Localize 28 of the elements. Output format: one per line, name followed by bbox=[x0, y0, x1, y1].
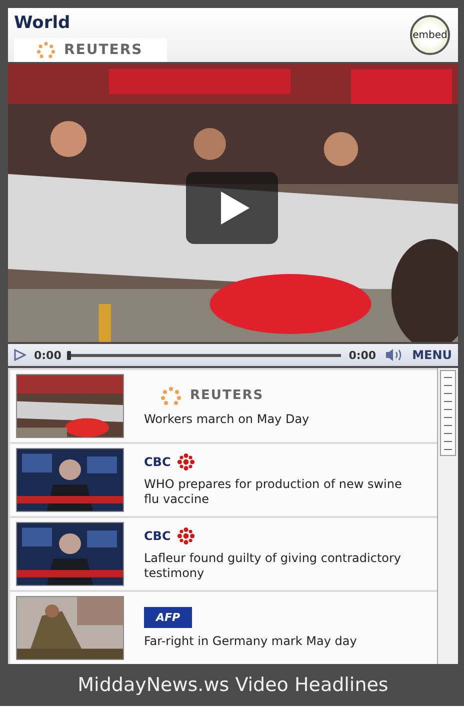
source-logo: REUTERS bbox=[190, 388, 264, 403]
gem-icon bbox=[176, 453, 195, 471]
source-logo: AFP bbox=[144, 607, 192, 628]
footer-title: MiddayNews.ws Video Headlines bbox=[78, 674, 388, 696]
gem-icon bbox=[176, 527, 195, 545]
headline-title: Workers march on May Day bbox=[144, 412, 310, 426]
current-time: 0:00 bbox=[34, 348, 62, 362]
source-logo: CBC bbox=[144, 455, 171, 469]
headline-item[interactable]: CBC WHO prepares for production of new swine flu vaccine bbox=[10, 444, 437, 516]
dotted-ring-icon bbox=[158, 386, 184, 406]
scrollbar[interactable] bbox=[437, 368, 458, 664]
dotted-ring-icon bbox=[34, 41, 58, 59]
source-logo: CBC bbox=[144, 529, 171, 543]
headline-title: Lafleur found guilty of giving contradictory testimony bbox=[144, 551, 402, 581]
source-tab[interactable]: REUTERS bbox=[14, 38, 167, 62]
headline-title: WHO prepares for production of new swine flu vaccine bbox=[144, 477, 403, 507]
play-icon[interactable] bbox=[14, 349, 26, 361]
play-button[interactable] bbox=[186, 172, 278, 244]
total-time: 0:00 bbox=[348, 348, 376, 362]
headline-item[interactable]: REUTERS Workers march on May Day bbox=[10, 370, 437, 442]
headline-item[interactable]: CBC Lafleur found guilty of giving contradictory testimony bbox=[10, 518, 437, 590]
embed-button[interactable]: embed bbox=[410, 15, 450, 55]
headline-item[interactable]: AFP Far-right in Germany mark May day bbox=[10, 592, 437, 664]
section-title: World bbox=[14, 13, 72, 33]
headline-title: Far-right in Germany mark May day bbox=[144, 634, 357, 649]
scroll-thumb[interactable] bbox=[440, 370, 456, 456]
progress-thumb[interactable] bbox=[67, 350, 72, 360]
menu-button[interactable]: MENU bbox=[412, 348, 452, 362]
